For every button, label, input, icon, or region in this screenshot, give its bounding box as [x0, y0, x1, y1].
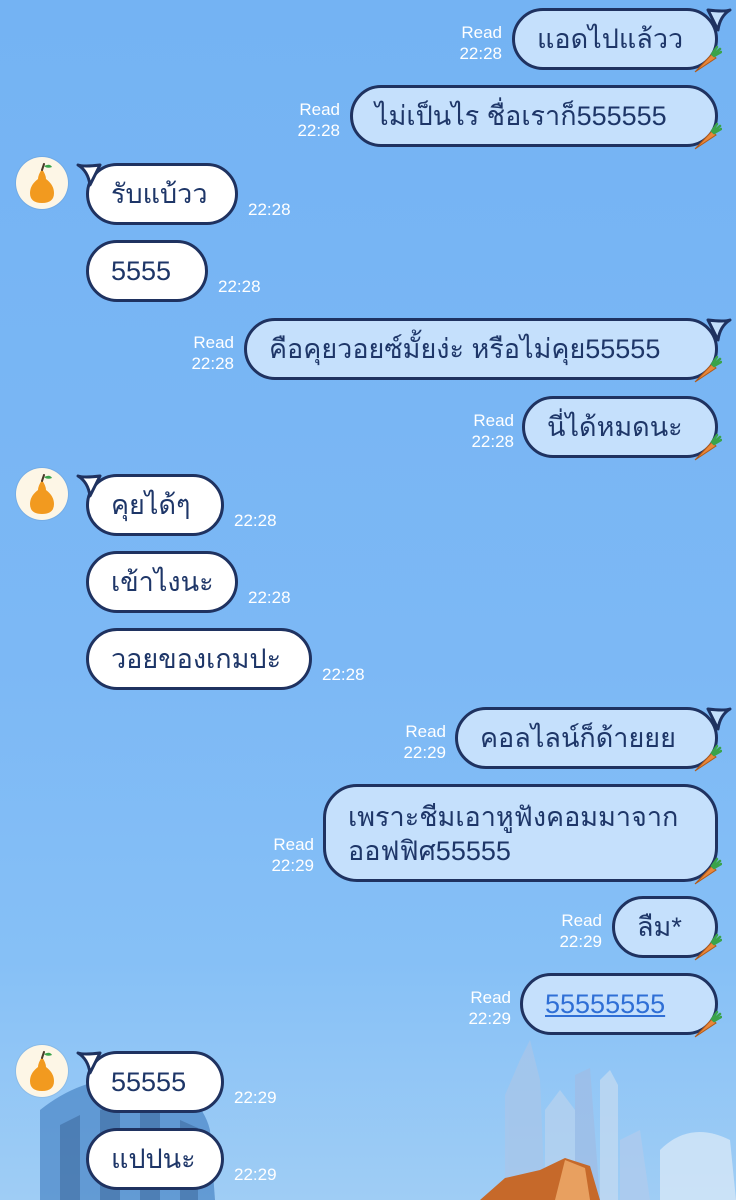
message-text: คือคุยวอยซ์มั้ยง่ะ หรือไม่คุย55555: [269, 334, 661, 364]
bubble-tail: [706, 707, 732, 731]
message-meta: Read 22:28: [172, 332, 234, 374]
message-bubble[interactable]: วอยของเกมปะ: [86, 628, 312, 690]
bubble-tail: [706, 8, 732, 32]
message-time: 22:28: [218, 277, 261, 296]
message-meta: Read 22:29: [252, 834, 314, 876]
message-text: ไม่เป็นไร ชื่อเราก็555555: [375, 101, 667, 131]
message-bubble[interactable]: แปปนะ: [86, 1128, 224, 1190]
message-meta: Read 22:28: [278, 99, 340, 141]
message-bubble[interactable]: 55555555: [520, 973, 718, 1035]
bubble-tail: [706, 318, 732, 342]
message-time: 22:28: [234, 511, 277, 530]
message-time: 22:29: [559, 932, 602, 951]
message-bubble[interactable]: แอดไปแล้วว: [512, 8, 718, 70]
pear-icon: [30, 1051, 54, 1091]
message-text: คอลไลน์ก็ด้ายยย: [480, 723, 676, 753]
contact-avatar[interactable]: [16, 1045, 68, 1097]
carrot-icon: [694, 355, 722, 383]
pear-icon: [30, 163, 54, 203]
bubble-tail: [76, 1051, 102, 1075]
message-text: วอยของเกมปะ: [111, 644, 282, 674]
carrot-icon: [694, 122, 722, 150]
message-time: 22:28: [459, 44, 502, 63]
message-time: 22:29: [234, 1165, 277, 1184]
read-receipt: Read: [193, 333, 234, 352]
message-time: 22:28: [248, 588, 291, 607]
message-time: 22:28: [248, 200, 291, 219]
carrot-icon: [694, 744, 722, 772]
read-receipt: Read: [273, 835, 314, 854]
message-row-outgoing: Read 22:28 แอดไปแล้วว: [0, 8, 736, 73]
message-time: 22:29: [403, 743, 446, 762]
message-row-outgoing: Read 22:29 คอลไลน์ก็ด้ายยย: [0, 707, 736, 772]
message-text-line: ออฟฟิศ55555: [348, 836, 511, 866]
message-text: รับแบ้วว: [111, 179, 208, 209]
contact-avatar[interactable]: [16, 468, 68, 520]
message-text: เข้าไงนะ: [111, 567, 214, 597]
message-row-incoming: รับแบ้วว 22:28: [0, 155, 736, 229]
pear-icon: [30, 474, 54, 514]
bubble-tail: [76, 474, 102, 498]
message-bubble[interactable]: นี่ได้หมดนะ: [522, 396, 718, 458]
message-bubble[interactable]: 55555: [86, 1051, 224, 1113]
read-receipt: Read: [461, 23, 502, 42]
carrot-icon: [694, 1010, 722, 1038]
message-text: แปปนะ: [111, 1144, 196, 1174]
message-row-incoming: 5555 22:28: [0, 240, 736, 304]
message-row-incoming: เข้าไงนะ 22:28: [0, 551, 736, 615]
message-time: 22:28: [297, 121, 340, 140]
message-text: 55555: [111, 1067, 187, 1097]
message-meta: Read 22:29: [540, 910, 602, 952]
message-row-incoming: แปปนะ 22:29: [0, 1128, 736, 1192]
message-time: 22:28: [322, 665, 365, 684]
read-receipt: Read: [561, 911, 602, 930]
read-receipt: Read: [470, 988, 511, 1007]
read-receipt: Read: [299, 100, 340, 119]
message-bubble[interactable]: คอลไลน์ก็ด้ายยย: [455, 707, 718, 769]
bubble-tail: [76, 163, 102, 187]
carrot-icon: [694, 433, 722, 461]
message-row-outgoing: Read 22:28 คือคุยวอยซ์มั้ยง่ะ หรือไม่คุย…: [0, 318, 736, 383]
message-time: 22:28: [471, 432, 514, 451]
message-time: 22:29: [468, 1009, 511, 1028]
carrot-icon: [694, 933, 722, 961]
message-text: คุยได้ๆ: [111, 490, 191, 520]
carrot-icon: [694, 857, 722, 885]
message-row-outgoing: Read 22:28 นี่ได้หมดนะ: [0, 396, 736, 461]
message-bubble[interactable]: 5555: [86, 240, 208, 302]
carrot-icon: [694, 45, 722, 73]
message-time: 22:29: [271, 856, 314, 875]
message-bubble[interactable]: คือคุยวอยซ์มั้ยง่ะ หรือไม่คุย55555: [244, 318, 718, 380]
message-time: 22:29: [234, 1088, 277, 1107]
message-bubble[interactable]: คุยได้ๆ: [86, 474, 224, 536]
message-meta: Read 22:28: [452, 410, 514, 452]
message-bubble[interactable]: รับแบ้วว: [86, 163, 238, 225]
message-meta: Read 22:29: [384, 721, 446, 763]
read-receipt: Read: [405, 722, 446, 741]
message-bubble[interactable]: เข้าไงนะ: [86, 551, 238, 613]
message-time: 22:28: [191, 354, 234, 373]
contact-avatar[interactable]: [16, 157, 68, 209]
message-row-outgoing: Read 22:29 เพราะชีมเอาหูฟังคอมมาจาก ออฟฟ…: [0, 784, 736, 885]
message-text: 5555: [111, 256, 172, 286]
message-text-line: เพราะชีมเอาหูฟังคอมมาจาก: [348, 802, 679, 832]
message-row-incoming: 55555 22:29: [0, 1043, 736, 1117]
phone-number-link[interactable]: 55555555: [545, 987, 665, 1021]
message-text: ลืม*: [637, 912, 682, 942]
read-receipt: Read: [473, 411, 514, 430]
message-row-incoming: คุยได้ๆ 22:28: [0, 466, 736, 540]
message-row-incoming: วอยของเกมปะ 22:28: [0, 628, 736, 692]
message-meta: Read 22:28: [440, 22, 502, 64]
message-text: นี่ได้หมดนะ: [547, 412, 683, 442]
message-meta: Read 22:29: [449, 987, 511, 1029]
message-bubble[interactable]: ไม่เป็นไร ชื่อเราก็555555: [350, 85, 718, 147]
message-row-outgoing: Read 22:29 55555555: [0, 973, 736, 1038]
message-row-outgoing: Read 22:29 ลืม*: [0, 896, 736, 961]
message-bubble[interactable]: เพราะชีมเอาหูฟังคอมมาจาก ออฟฟิศ55555: [323, 784, 718, 882]
message-row-outgoing: Read 22:28 ไม่เป็นไร ชื่อเราก็555555: [0, 85, 736, 150]
message-text: แอดไปแล้วว: [537, 24, 684, 54]
